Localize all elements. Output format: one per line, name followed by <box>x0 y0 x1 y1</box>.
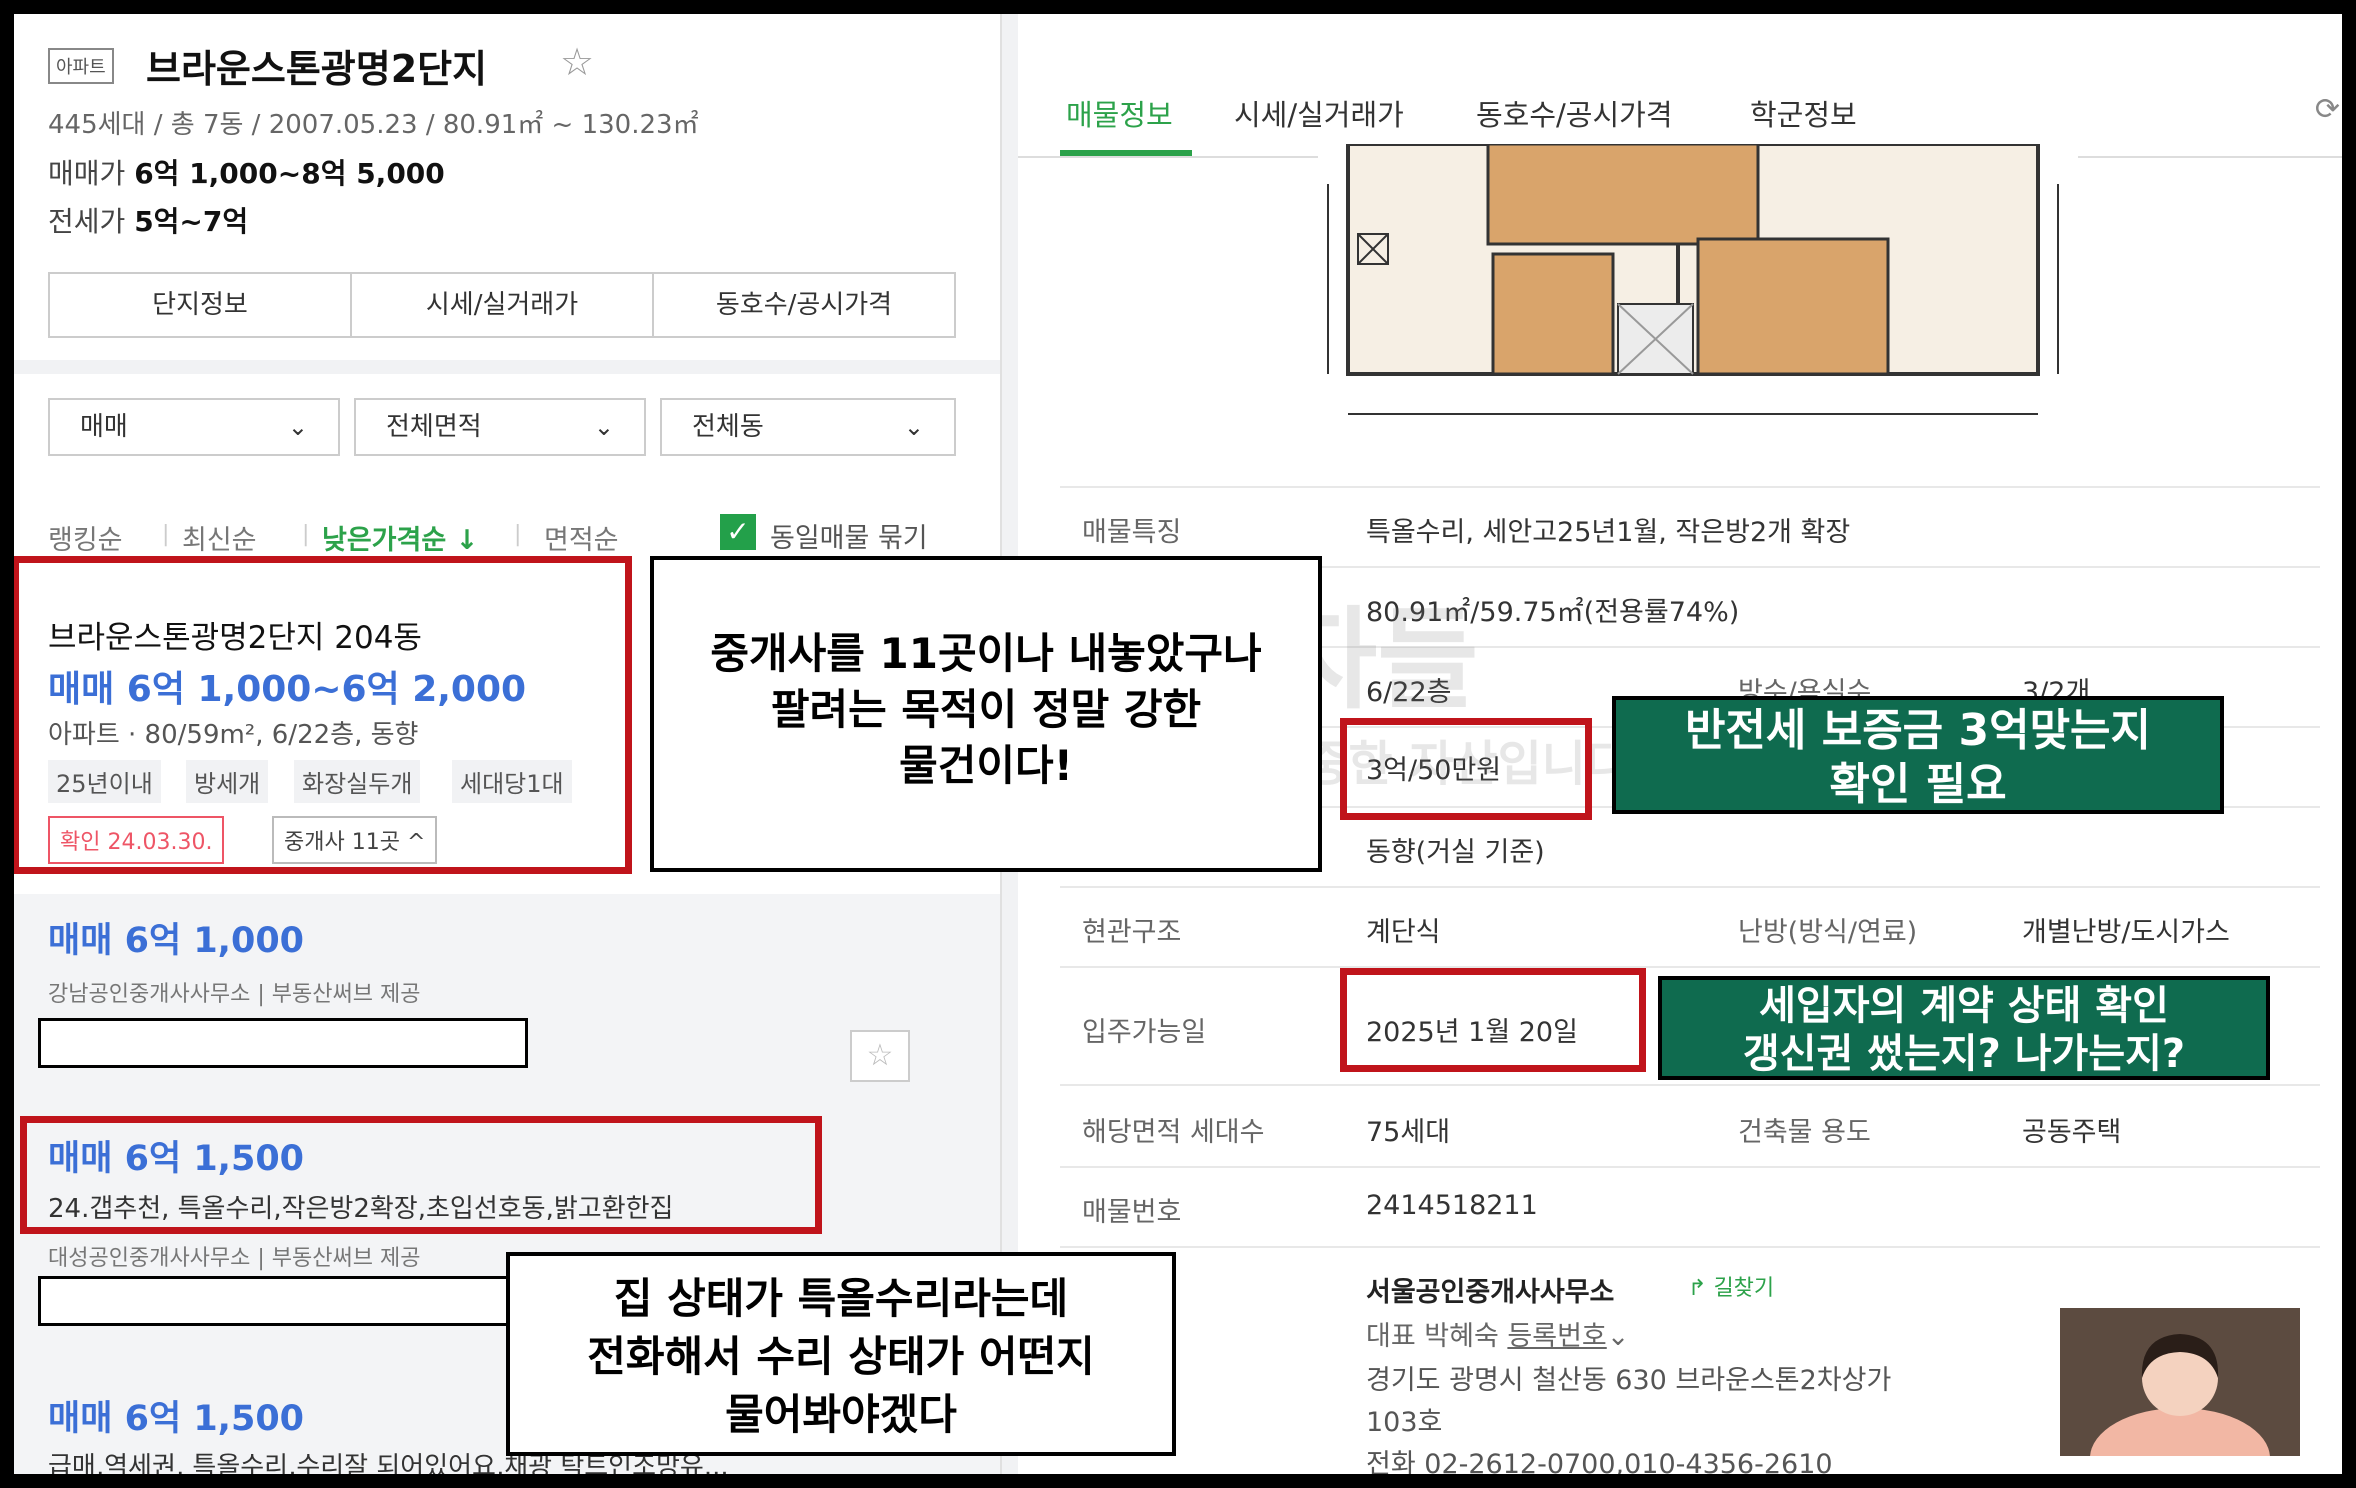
screenshot-border <box>0 0 2356 1488</box>
